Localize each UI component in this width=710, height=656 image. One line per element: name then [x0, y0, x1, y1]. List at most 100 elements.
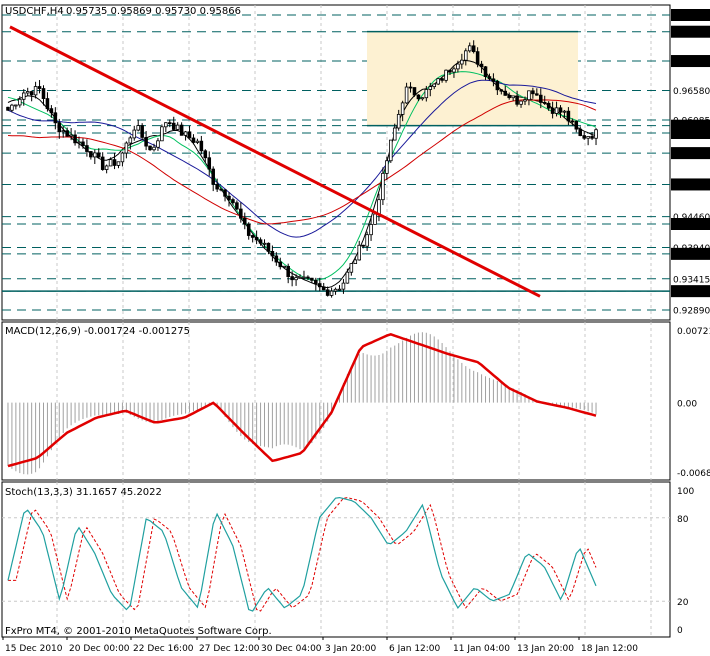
candle[interactable]: [156, 140, 160, 148]
candle[interactable]: [191, 137, 196, 143]
candle[interactable]: [460, 59, 464, 65]
candle[interactable]: [81, 141, 85, 146]
candle[interactable]: [136, 125, 140, 131]
candle[interactable]: [542, 102, 547, 104]
candle[interactable]: [207, 157, 212, 170]
candle[interactable]: [329, 290, 334, 296]
candle[interactable]: [515, 95, 519, 105]
candle[interactable]: [365, 234, 369, 247]
candle[interactable]: [96, 152, 101, 158]
candle[interactable]: [14, 104, 18, 107]
candle[interactable]: [408, 86, 413, 89]
candle[interactable]: [456, 63, 460, 70]
candle[interactable]: [404, 86, 409, 104]
candle[interactable]: [258, 239, 263, 244]
candle[interactable]: [586, 136, 590, 139]
candle[interactable]: [223, 189, 227, 197]
candle[interactable]: [349, 263, 354, 273]
candle[interactable]: [140, 125, 144, 138]
candle[interactable]: [25, 91, 30, 94]
candle[interactable]: [199, 140, 204, 152]
candle[interactable]: [475, 51, 480, 65]
candle[interactable]: [519, 100, 523, 105]
candle[interactable]: [175, 124, 180, 130]
candle[interactable]: [574, 120, 579, 130]
candle[interactable]: [424, 89, 429, 99]
candle[interactable]: [33, 86, 38, 96]
candle[interactable]: [325, 289, 330, 296]
candle[interactable]: [286, 265, 290, 277]
candle[interactable]: [10, 104, 14, 111]
candle[interactable]: [531, 90, 535, 95]
candle[interactable]: [302, 276, 306, 279]
candle[interactable]: [582, 135, 586, 139]
candle[interactable]: [73, 134, 77, 144]
candle[interactable]: [400, 102, 405, 115]
candle[interactable]: [124, 142, 129, 154]
candle[interactable]: [416, 94, 421, 100]
candle[interactable]: [337, 288, 342, 291]
candle[interactable]: [132, 129, 137, 139]
candle[interactable]: [389, 139, 393, 162]
candle[interactable]: [436, 78, 440, 85]
candle[interactable]: [578, 128, 583, 136]
candle[interactable]: [53, 112, 58, 124]
candle[interactable]: [310, 277, 314, 281]
candle[interactable]: [187, 131, 192, 139]
candle[interactable]: [381, 172, 385, 201]
candle[interactable]: [254, 236, 259, 241]
candle[interactable]: [491, 78, 496, 82]
candle[interactable]: [535, 93, 539, 96]
candle[interactable]: [487, 76, 492, 80]
candle[interactable]: [231, 199, 235, 204]
candle[interactable]: [440, 78, 444, 81]
candle[interactable]: [570, 120, 575, 123]
candle[interactable]: [6, 106, 10, 111]
candle[interactable]: [203, 150, 208, 159]
candle[interactable]: [385, 160, 389, 174]
candle[interactable]: [211, 168, 215, 185]
candle[interactable]: [144, 137, 148, 147]
candle[interactable]: [18, 98, 22, 106]
candle[interactable]: [266, 242, 271, 252]
candle[interactable]: [507, 94, 511, 99]
candle[interactable]: [562, 110, 567, 113]
candle[interactable]: [235, 202, 239, 210]
candle[interactable]: [250, 235, 255, 238]
candle[interactable]: [412, 87, 417, 96]
candle[interactable]: [278, 261, 283, 268]
candle[interactable]: [590, 136, 594, 139]
candle[interactable]: [69, 134, 73, 137]
price-chart[interactable]: 0.978500.975690.970760.965800.960850.959…: [0, 0, 710, 656]
candle[interactable]: [148, 145, 152, 151]
candle[interactable]: [444, 69, 448, 81]
candle[interactable]: [85, 145, 89, 152]
candle[interactable]: [77, 141, 81, 144]
candle[interactable]: [37, 86, 42, 89]
candle[interactable]: [100, 156, 105, 170]
candle[interactable]: [120, 152, 125, 163]
candle[interactable]: [168, 122, 172, 125]
candle[interactable]: [160, 126, 164, 142]
candle[interactable]: [262, 242, 267, 245]
candle[interactable]: [503, 90, 508, 96]
candle[interactable]: [550, 107, 555, 114]
candle[interactable]: [527, 90, 531, 101]
candle[interactable]: [195, 140, 200, 143]
candle[interactable]: [523, 99, 527, 102]
candle[interactable]: [467, 45, 472, 52]
candle[interactable]: [377, 199, 381, 215]
candle[interactable]: [546, 102, 551, 109]
candle[interactable]: [499, 89, 504, 92]
candle[interactable]: [483, 66, 488, 78]
candle[interactable]: [227, 195, 231, 200]
candle[interactable]: [61, 130, 65, 133]
candle[interactable]: [361, 244, 365, 247]
candle[interactable]: [345, 271, 350, 284]
candle[interactable]: [428, 86, 433, 90]
candle[interactable]: [128, 137, 133, 144]
candle[interactable]: [104, 165, 109, 170]
candle[interactable]: [116, 161, 121, 166]
candle[interactable]: [270, 250, 275, 257]
candle[interactable]: [353, 259, 358, 264]
